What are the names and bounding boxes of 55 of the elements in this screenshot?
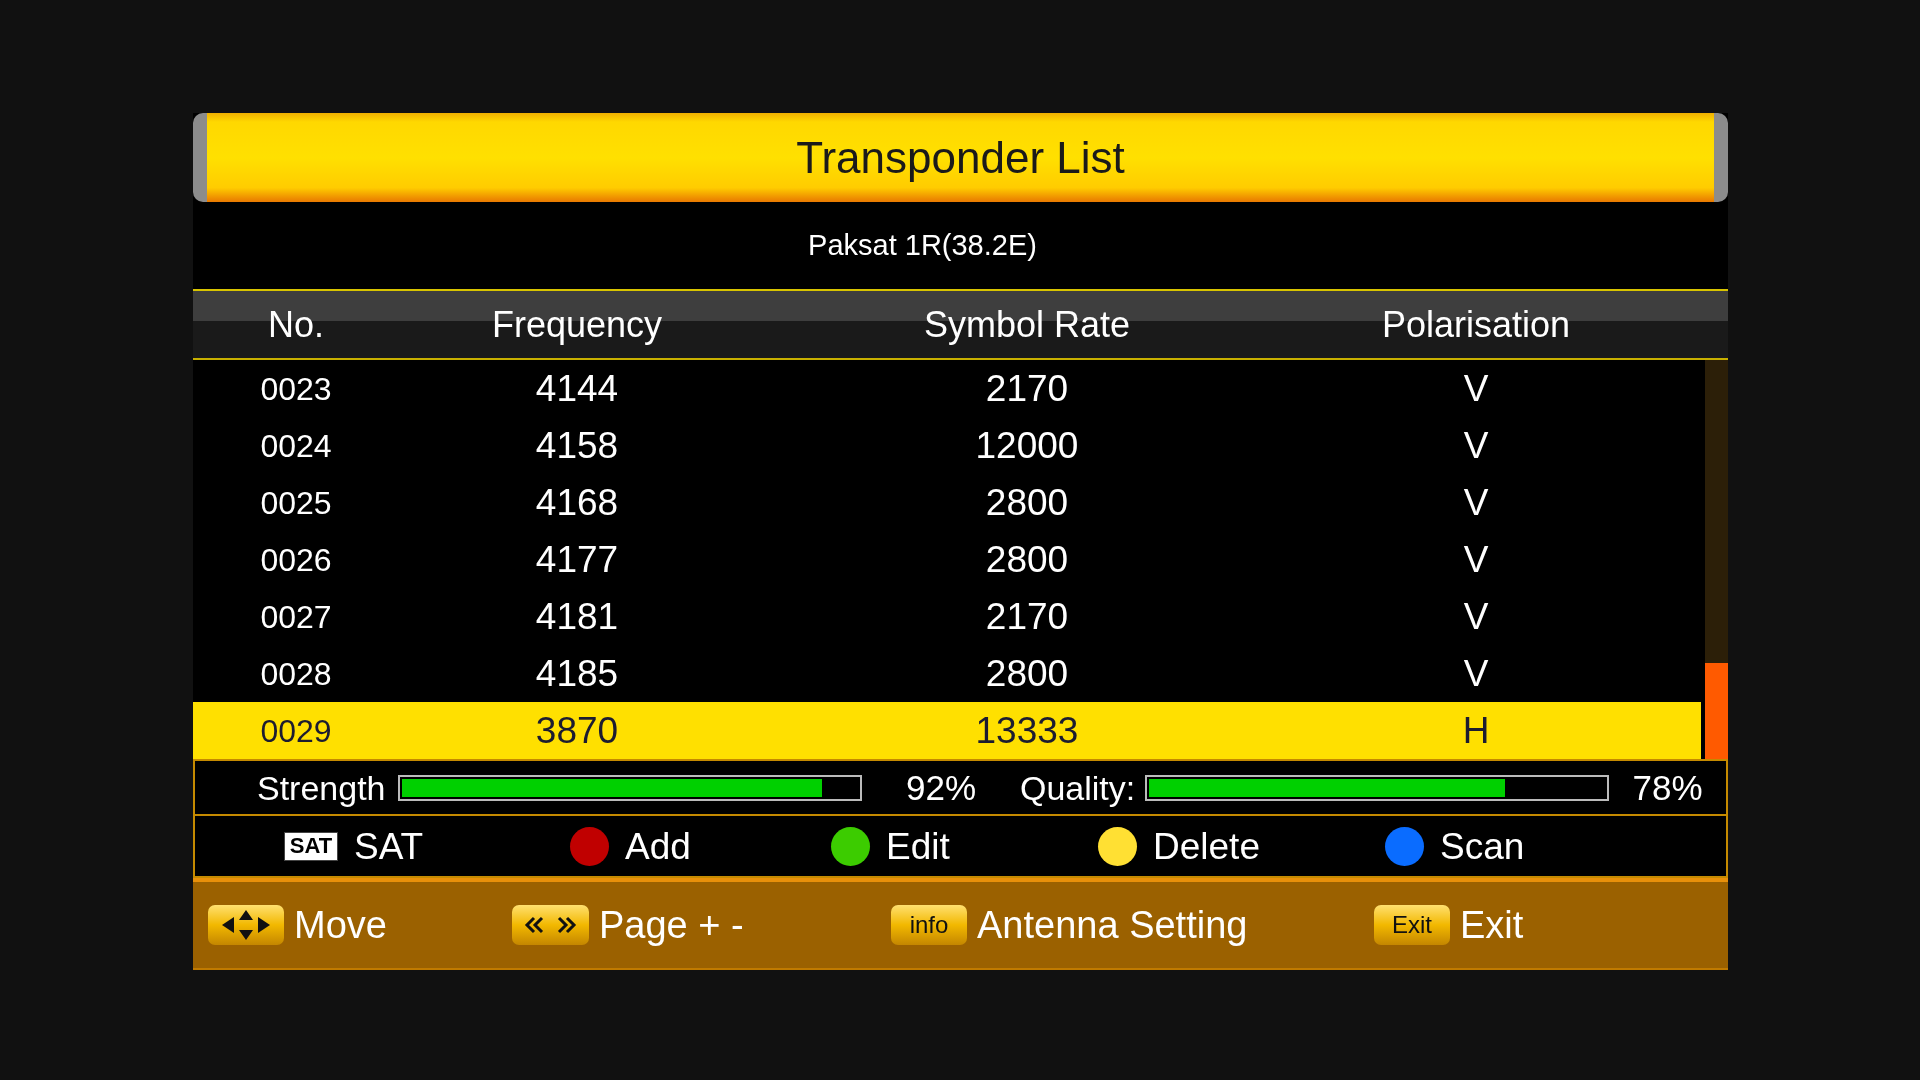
remote-key: info [891,905,967,945]
hint-label: Move [294,906,387,944]
table-cell-text: 4168 [534,484,620,521]
table-cell-text: 4177 [534,541,620,578]
column-header: Symbol Rate [922,306,1132,343]
meter-reading: 78% [1631,770,1704,805]
table-cell-text: 0023 [259,372,333,405]
table-cell-text: 2800 [984,541,1070,578]
column-header: No. [267,306,325,343]
meter-label: Quality: [1020,770,1137,805]
table-row[interactable]: 0029 3870 13333 H [193,702,1701,759]
table-cell-text: 2170 [984,370,1070,407]
table-cell-text: 4158 [534,427,620,464]
table-cell-text: 4181 [534,598,620,635]
table-cell-text: 2800 [984,655,1070,692]
table-cell-text: 2800 [984,484,1070,521]
legend-label: Delete [1153,827,1260,865]
hint-label: Page + - [599,906,744,944]
legend-label: Scan [1440,827,1525,865]
column-header: Frequency [490,306,664,343]
window-title: Transponder List [796,135,1125,180]
table-cell-text: 0029 [259,714,333,747]
sat-key: SAT [284,831,338,861]
satellite-name: Paksat 1R(38.2E) [808,231,1037,260]
four-way-arrows-icon [208,905,284,945]
table-cell-text: 0024 [259,429,333,462]
double-chevrons-icon [512,905,589,945]
legend-label: Add [625,827,691,865]
table-cell-text: 2170 [984,598,1070,635]
table-cell-text: V [1462,484,1490,521]
table-cell-text: 0028 [259,657,333,690]
table-cell-text: 0025 [259,486,333,519]
remote-key: Exit [1374,905,1450,945]
legend-label: SAT [354,827,424,865]
table-cell-text: V [1462,655,1490,692]
meter-label: Strength [257,770,387,805]
table-cell-text: V [1462,370,1490,407]
legend-label: Edit [886,827,950,865]
table-cell-text: 3870 [534,712,620,749]
table-cell-text: 4185 [534,655,620,692]
table-cell-text: 4144 [534,370,620,407]
table-cell-text: 13333 [974,712,1080,749]
hint-label: Antenna Setting [977,906,1248,944]
scrollbar-thumb[interactable] [1705,663,1728,759]
table-cell-text: V [1462,598,1490,635]
table-cell-text: V [1462,427,1490,464]
table-cell-text: H [1461,712,1491,749]
table-cell-text: 0026 [259,543,333,576]
meter-reading: 92% [904,770,978,805]
column-header: Polarisation [1380,306,1572,343]
scrollbar-track[interactable] [1705,360,1728,759]
table-cell-text: V [1462,541,1490,578]
table-cell-text: 0027 [259,600,333,633]
hint-label: Exit [1460,906,1524,944]
table-cell-text: 12000 [974,427,1080,464]
